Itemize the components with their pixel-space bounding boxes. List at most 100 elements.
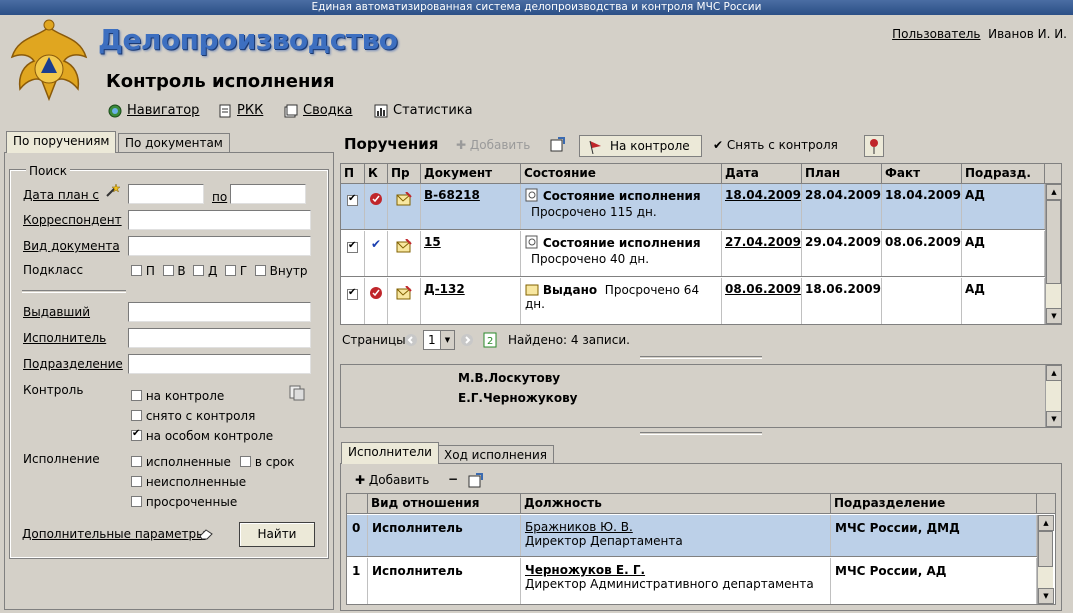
executors-scrollbar[interactable]: ▲ ▼	[1037, 515, 1054, 604]
scroll-up-arrow[interactable]: ▲	[1046, 184, 1062, 200]
scroll-down-arrow[interactable]: ▼	[1046, 411, 1062, 427]
exec-done-checkbox[interactable]	[131, 456, 142, 467]
col-position[interactable]: Должность	[521, 494, 831, 514]
magic-wand-icon[interactable]	[104, 183, 120, 199]
row-executor-name[interactable]: Черножуков Е. Г.	[525, 563, 826, 577]
executors-add-button[interactable]: ✚ Добавить	[355, 473, 429, 487]
scroll-down-arrow[interactable]: ▼	[1046, 308, 1062, 324]
row-document[interactable]: В-68218	[421, 184, 521, 229]
col-k[interactable]: К	[365, 164, 388, 184]
table-row[interactable]: ✔ 15 Состояние исполнения Просрочено 40 …	[341, 231, 1045, 277]
tab-by-documents[interactable]: По документам	[118, 133, 230, 153]
edit-icon[interactable]	[468, 472, 484, 488]
nav-summary[interactable]: Сводка	[284, 103, 353, 118]
date-plan-from-label[interactable]: Дата план с	[23, 188, 99, 202]
remove-control-button[interactable]: ✔ Снять с контроля	[713, 138, 838, 152]
subclass-d-checkbox[interactable]	[193, 265, 205, 276]
exec-overdue-checkbox[interactable]	[131, 496, 142, 507]
date-to-input[interactable]	[230, 184, 306, 204]
issuer-input[interactable]	[128, 302, 311, 322]
subclass-p-checkbox[interactable]	[131, 265, 142, 276]
remove-icon[interactable]: −	[448, 472, 458, 486]
nav-navigator[interactable]: Навигатор	[108, 103, 199, 118]
row-document[interactable]: 15	[421, 231, 521, 276]
on-control-toggle[interactable]: На контроле	[579, 135, 702, 157]
chevron-down-icon[interactable]: ▼	[440, 331, 454, 349]
exec-not-done-checkbox[interactable]	[131, 476, 142, 487]
scroll-thumb[interactable]	[1046, 200, 1061, 284]
exec-overdue[interactable]: просроченные	[131, 495, 237, 509]
col-index[interactable]	[347, 494, 368, 514]
control-removed[interactable]: снято с контроля	[131, 409, 255, 423]
col-department[interactable]: Подразделение	[831, 494, 1037, 514]
correspondent-input[interactable]	[128, 210, 311, 230]
extra-params-link[interactable]: Дополнительные параметры	[22, 527, 206, 541]
control-on-checkbox[interactable]	[131, 390, 142, 401]
tab-executors[interactable]: Исполнители	[341, 442, 439, 464]
page-select[interactable]: 1 ▼	[423, 330, 455, 350]
col-dept[interactable]: Подразд.	[962, 164, 1045, 184]
correspondent-label[interactable]: Корреспондент	[23, 213, 122, 227]
row-checkbox[interactable]	[347, 240, 358, 253]
find-button[interactable]: Найти	[239, 522, 315, 547]
row-checkbox-cell[interactable]	[341, 278, 365, 324]
table-row[interactable]: В-68218 Состояние исполнения Просрочено …	[341, 184, 1045, 230]
scroll-up-arrow[interactable]: ▲	[1038, 515, 1054, 531]
recipients-scrollbar[interactable]: ▲ ▼	[1045, 365, 1062, 427]
exec-not-done[interactable]: неисполненные	[131, 475, 246, 489]
orders-scrollbar[interactable]: ▲ ▼	[1045, 184, 1062, 324]
col-state[interactable]: Состояние	[521, 164, 722, 184]
row-date[interactable]: 27.04.2009	[722, 231, 802, 276]
control-removed-checkbox[interactable]	[131, 410, 142, 421]
control-special-checkbox[interactable]	[131, 428, 142, 441]
control-on[interactable]: на контроле	[131, 389, 224, 403]
scroll-up-arrow[interactable]: ▲	[1046, 365, 1062, 381]
prev-page-icon[interactable]	[404, 333, 418, 347]
row-date[interactable]: 08.06.2009	[722, 278, 802, 324]
scroll-down-arrow[interactable]: ▼	[1038, 588, 1054, 604]
row-checkbox[interactable]	[347, 193, 358, 206]
date-plan-from-input[interactable]	[128, 184, 204, 204]
col-date[interactable]: Дата	[722, 164, 802, 184]
eraser-icon[interactable]	[198, 527, 214, 541]
user-link[interactable]: Пользователь	[892, 27, 980, 41]
row-checkbox-cell[interactable]	[341, 231, 365, 276]
exec-on-time[interactable]: в срок	[240, 455, 295, 469]
splitter-handle[interactable]	[640, 356, 762, 359]
nav-statistics[interactable]: Статистика	[374, 103, 473, 118]
doc-type-label[interactable]: Вид документа	[23, 239, 120, 253]
priority-button[interactable]	[864, 135, 884, 157]
subclass-v-checkbox[interactable]	[162, 265, 174, 276]
department-input[interactable]	[128, 354, 311, 374]
control-special[interactable]: на особом контроле	[131, 428, 273, 443]
clear-filter-icon[interactable]	[288, 384, 306, 402]
col-pr[interactable]: Пр	[388, 164, 421, 184]
issuer-label[interactable]: Выдавший	[23, 305, 90, 319]
next-page-icon[interactable]	[460, 333, 474, 347]
col-fact[interactable]: Факт	[882, 164, 962, 184]
doc-type-input[interactable]	[128, 236, 311, 256]
subclass-g-checkbox[interactable]	[225, 265, 237, 276]
tab-execution-progress[interactable]: Ход исполнения	[437, 445, 555, 465]
tab-by-orders[interactable]: По поручениям	[6, 131, 117, 153]
col-document[interactable]: Документ	[421, 164, 521, 184]
orders-add-button[interactable]: ✚ Добавить	[456, 138, 530, 152]
executor-input[interactable]	[128, 328, 311, 348]
table-row[interactable]: Д-132 Выдано Просрочено 64 дн. 08.06.200…	[341, 278, 1045, 324]
department-label[interactable]: Подразделение	[23, 357, 123, 371]
row-executor-name[interactable]: Бражников Ю. В.	[525, 520, 826, 534]
row-checkbox-cell[interactable]	[341, 184, 365, 229]
subclass-internal-checkbox[interactable]	[254, 265, 266, 276]
exec-on-time-checkbox[interactable]	[240, 456, 251, 467]
splitter-handle[interactable]	[640, 432, 762, 435]
row-document[interactable]: Д-132	[421, 278, 521, 324]
col-relation[interactable]: Вид отношения	[368, 494, 521, 514]
col-p[interactable]: П	[341, 164, 365, 184]
edit-icon[interactable]	[550, 136, 566, 152]
exec-done[interactable]: исполненные	[131, 455, 231, 469]
row-checkbox[interactable]	[347, 287, 358, 300]
nav-rkk[interactable]: РКК	[218, 103, 263, 118]
executor-label[interactable]: Исполнитель	[23, 331, 106, 345]
scroll-thumb[interactable]	[1038, 531, 1053, 567]
row-date[interactable]: 18.04.2009	[722, 184, 802, 229]
